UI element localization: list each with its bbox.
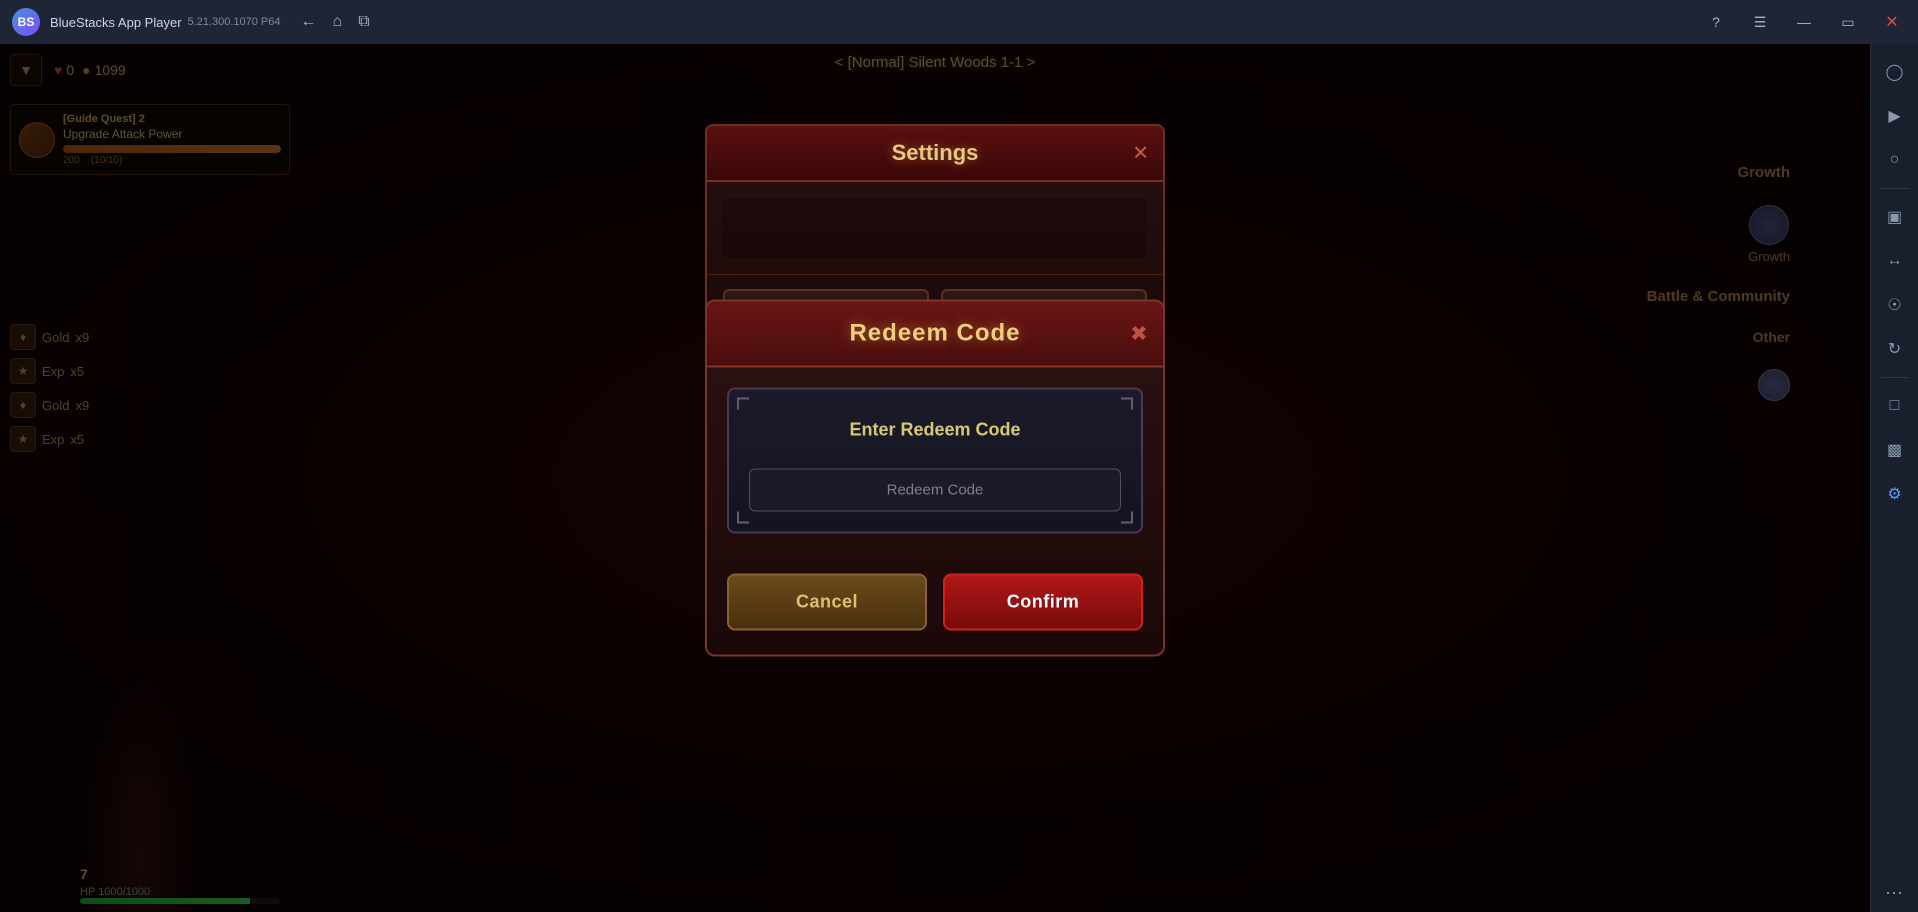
- redeem-close-button[interactable]: ✚: [1130, 321, 1147, 346]
- corner-tl: [737, 398, 749, 410]
- redeem-input-area: Enter Redeem Code: [727, 388, 1143, 534]
- sidebar-sep-1: [1881, 188, 1909, 189]
- redeem-header: Redeem Code ✚: [707, 302, 1163, 368]
- corner-bl: [737, 512, 749, 524]
- sidebar-scale-icon[interactable]: ↔: [1877, 243, 1913, 279]
- home-button[interactable]: ⌂: [333, 13, 343, 31]
- app-name: BlueStacks App Player: [50, 15, 182, 30]
- settings-header: Settings ✕: [707, 126, 1163, 182]
- titlebar: BS BlueStacks App Player 5.21.300.1070 P…: [0, 0, 1918, 44]
- app-version: 5.21.300.1070 P64: [188, 16, 281, 28]
- window-controls: ? ☰ — ▭ ✕: [1702, 8, 1906, 36]
- sidebar-shake-icon[interactable]: ▩: [1877, 432, 1913, 468]
- cancel-button[interactable]: Cancel: [727, 574, 927, 631]
- sidebar-camera-icon[interactable]: ▶: [1877, 98, 1913, 134]
- settings-close-button[interactable]: ✕: [1132, 141, 1149, 166]
- settings-body: [707, 182, 1163, 274]
- confirm-button[interactable]: Confirm: [943, 574, 1143, 631]
- redeem-modal: Redeem Code ✚ Enter Redeem Code Cancel C…: [705, 300, 1165, 657]
- sidebar-screenshot-icon[interactable]: ▣: [1877, 199, 1913, 235]
- game-area: ▼ ♥ 0 ● 1099 < [Normal] Silent Woods 1-1…: [0, 44, 1870, 912]
- redeem-input-label: Enter Redeem Code: [749, 420, 1121, 441]
- settings-content-placeholder: [723, 198, 1147, 258]
- redeem-code-input[interactable]: [749, 469, 1121, 512]
- corner-br: [1121, 512, 1133, 524]
- back-button[interactable]: ←: [301, 13, 317, 31]
- minimize-button[interactable]: —: [1790, 8, 1818, 36]
- confirm-label: Confirm: [1007, 592, 1080, 612]
- titlebar-nav: ← ⌂ ⧉: [301, 13, 370, 31]
- restore-button[interactable]: ▭: [1834, 8, 1862, 36]
- help-button[interactable]: ?: [1702, 8, 1730, 36]
- settings-title: Settings: [892, 140, 979, 165]
- sidebar-sep-2: [1881, 377, 1909, 378]
- redeem-title: Redeem Code: [849, 320, 1020, 347]
- redeem-body: Enter Redeem Code: [707, 368, 1163, 554]
- sidebar-rotate-icon[interactable]: ↻: [1877, 331, 1913, 367]
- sidebar-panel-icon[interactable]: ◯: [1877, 54, 1913, 90]
- cancel-label: Cancel: [796, 592, 858, 612]
- sidebar-record-icon[interactable]: ○: [1877, 142, 1913, 178]
- corner-tr: [1121, 398, 1133, 410]
- redeem-buttons: Cancel Confirm: [707, 554, 1163, 655]
- close-button[interactable]: ✕: [1878, 8, 1906, 36]
- app-logo: BS: [12, 8, 40, 36]
- right-sidebar: ◯ ▶ ○ ▣ ↔ ☉ ↻ □ ▩ ⚙ ⋯: [1870, 44, 1918, 912]
- sidebar-camera2-icon[interactable]: ☉: [1877, 287, 1913, 323]
- sidebar-settings-icon[interactable]: ⚙: [1877, 476, 1913, 512]
- logo-text: BS: [18, 15, 35, 29]
- copy-button[interactable]: ⧉: [358, 13, 369, 31]
- sidebar-screenshot2-icon[interactable]: □: [1877, 388, 1913, 424]
- menu-button[interactable]: ☰: [1746, 8, 1774, 36]
- sidebar-more-icon[interactable]: ⋯: [1885, 883, 1904, 904]
